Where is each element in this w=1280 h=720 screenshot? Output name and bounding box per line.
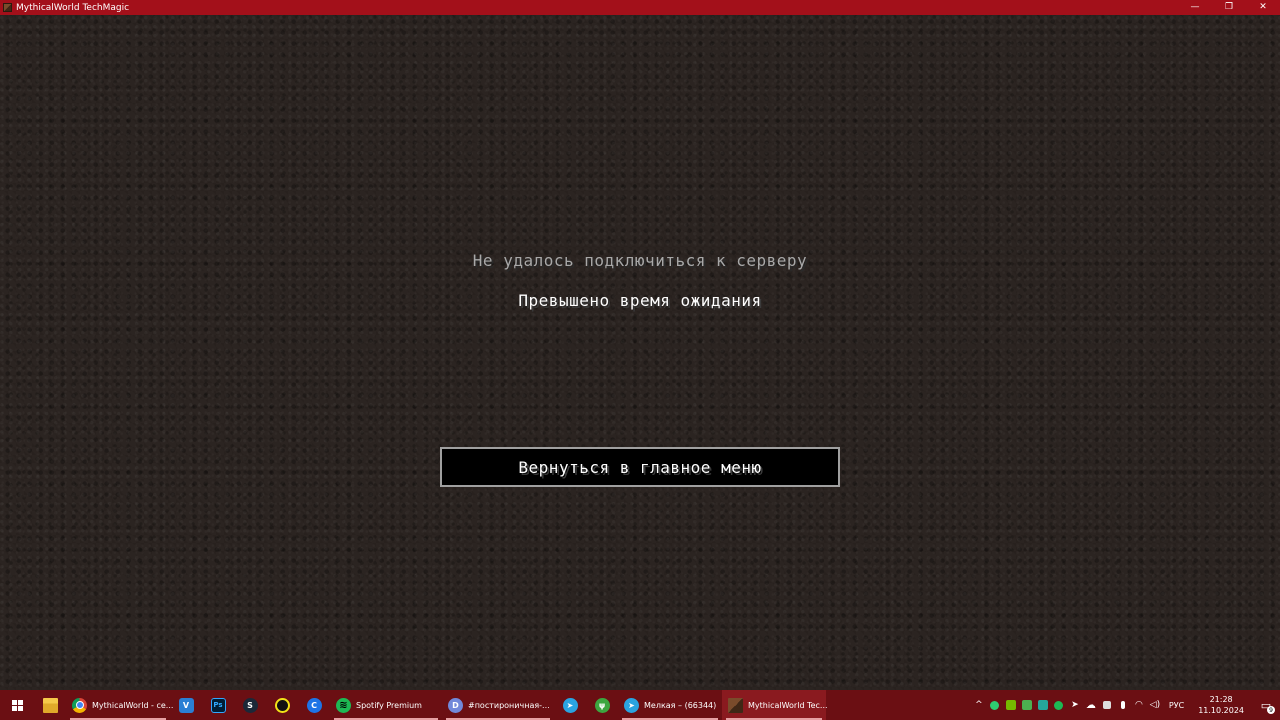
taskbar-app-label: Spotify Premium: [356, 700, 422, 710]
minecraft-icon: [3, 3, 12, 12]
tray-microphone-icon[interactable]: [1115, 690, 1131, 720]
taskbar-blue-app[interactable]: C: [298, 690, 330, 720]
tray-chevron-icon[interactable]: ^: [971, 690, 987, 720]
window-title: MythicalWorld TechMagic: [16, 2, 130, 13]
tray-teal-square-icon[interactable]: [1035, 690, 1051, 720]
taskbar: MythicalWorld - се... V Ps S C ≋ Spotify…: [0, 690, 1280, 720]
back-to-main-menu-button[interactable]: Вернуться в главное меню: [440, 447, 840, 487]
taskbar-photoshop[interactable]: Ps: [202, 690, 234, 720]
tray-spotify-icon[interactable]: [1051, 690, 1067, 720]
vscode-icon: V: [178, 697, 194, 713]
telegram-icon: ➤: [562, 697, 578, 713]
taskbar-app-discord[interactable]: D #постироничная-...: [442, 690, 554, 720]
tray-green-square-icon[interactable]: [1019, 690, 1035, 720]
blue-app-icon: C: [306, 697, 322, 713]
maximize-button[interactable]: ❐: [1212, 0, 1246, 15]
tray-cloud-icon[interactable]: ☁: [1083, 690, 1099, 720]
taskbar-app-spotify[interactable]: ≋ Spotify Premium: [330, 690, 442, 720]
taskbar-app-telegram-chat[interactable]: ➤ Мелкая – (66344): [618, 690, 722, 720]
taskbar-explorer[interactable]: [34, 690, 66, 720]
tray-green-dot-icon[interactable]: [987, 690, 1003, 720]
folder-icon: [42, 697, 58, 713]
minimize-button[interactable]: —: [1178, 0, 1212, 15]
photoshop-icon: Ps: [210, 697, 226, 713]
chrome-icon: [72, 697, 87, 713]
tray-nvidia-icon[interactable]: [1003, 690, 1019, 720]
tray-telegram-icon[interactable]: ➤: [1067, 690, 1083, 720]
taskbar-app-chrome[interactable]: MythicalWorld - се...: [66, 690, 174, 720]
clock-date: 11.10.2024: [1198, 706, 1244, 715]
taskbar-app-label: #постироничная-...: [468, 700, 550, 710]
discord-icon: D: [448, 697, 463, 713]
tray-wifi-icon[interactable]: ◠: [1131, 690, 1147, 720]
taskbar-app-label: MythicalWorld - се...: [92, 700, 174, 710]
taskbar-leaf-app[interactable]: ψ: [586, 690, 618, 720]
taskbar-steam[interactable]: S: [234, 690, 266, 720]
taskbar-app-label: Мелкая – (66344): [644, 700, 717, 710]
disconnect-screen: Не удалось подключиться к серверу Превыш…: [0, 15, 1280, 690]
steam-icon: S: [242, 697, 258, 713]
clock-time: 21:28: [1209, 695, 1233, 704]
telegram-icon: ➤: [624, 697, 639, 713]
notifications-button[interactable]: ▭ 9: [1252, 690, 1280, 720]
language-indicator[interactable]: РУС: [1163, 701, 1190, 710]
system-tray: ^ ➤ ☁ ◠ ◁) РУС 21:28 11.10.2024 ▭ 9: [971, 690, 1280, 720]
tray-volume-icon[interactable]: ◁): [1147, 690, 1163, 720]
clock[interactable]: 21:28 11.10.2024: [1190, 694, 1252, 716]
taskbar-yellow-app[interactable]: [266, 690, 298, 720]
disconnect-reason: Превышено время ожидания: [518, 291, 762, 310]
leaf-icon: ψ: [594, 697, 610, 713]
taskbar-app-label: MythicalWorld Tec...: [748, 700, 828, 710]
taskbar-vscode[interactable]: V: [170, 690, 202, 720]
window-titlebar: MythicalWorld TechMagic — ❐ ✕: [0, 0, 1280, 15]
tray-usb-icon[interactable]: [1099, 690, 1115, 720]
spotify-icon: ≋: [336, 697, 351, 713]
notification-count: 9: [1267, 706, 1275, 714]
taskbar-app-minecraft[interactable]: MythicalWorld Tec...: [722, 690, 828, 720]
minecraft-icon: [728, 697, 743, 713]
close-button[interactable]: ✕: [1246, 0, 1280, 15]
windows-icon: [11, 699, 23, 711]
disconnect-title: Не удалось подключиться к серверу: [472, 251, 808, 270]
ring-app-icon: [274, 697, 290, 713]
start-button[interactable]: [0, 690, 34, 720]
taskbar-telegram[interactable]: ➤: [554, 690, 586, 720]
